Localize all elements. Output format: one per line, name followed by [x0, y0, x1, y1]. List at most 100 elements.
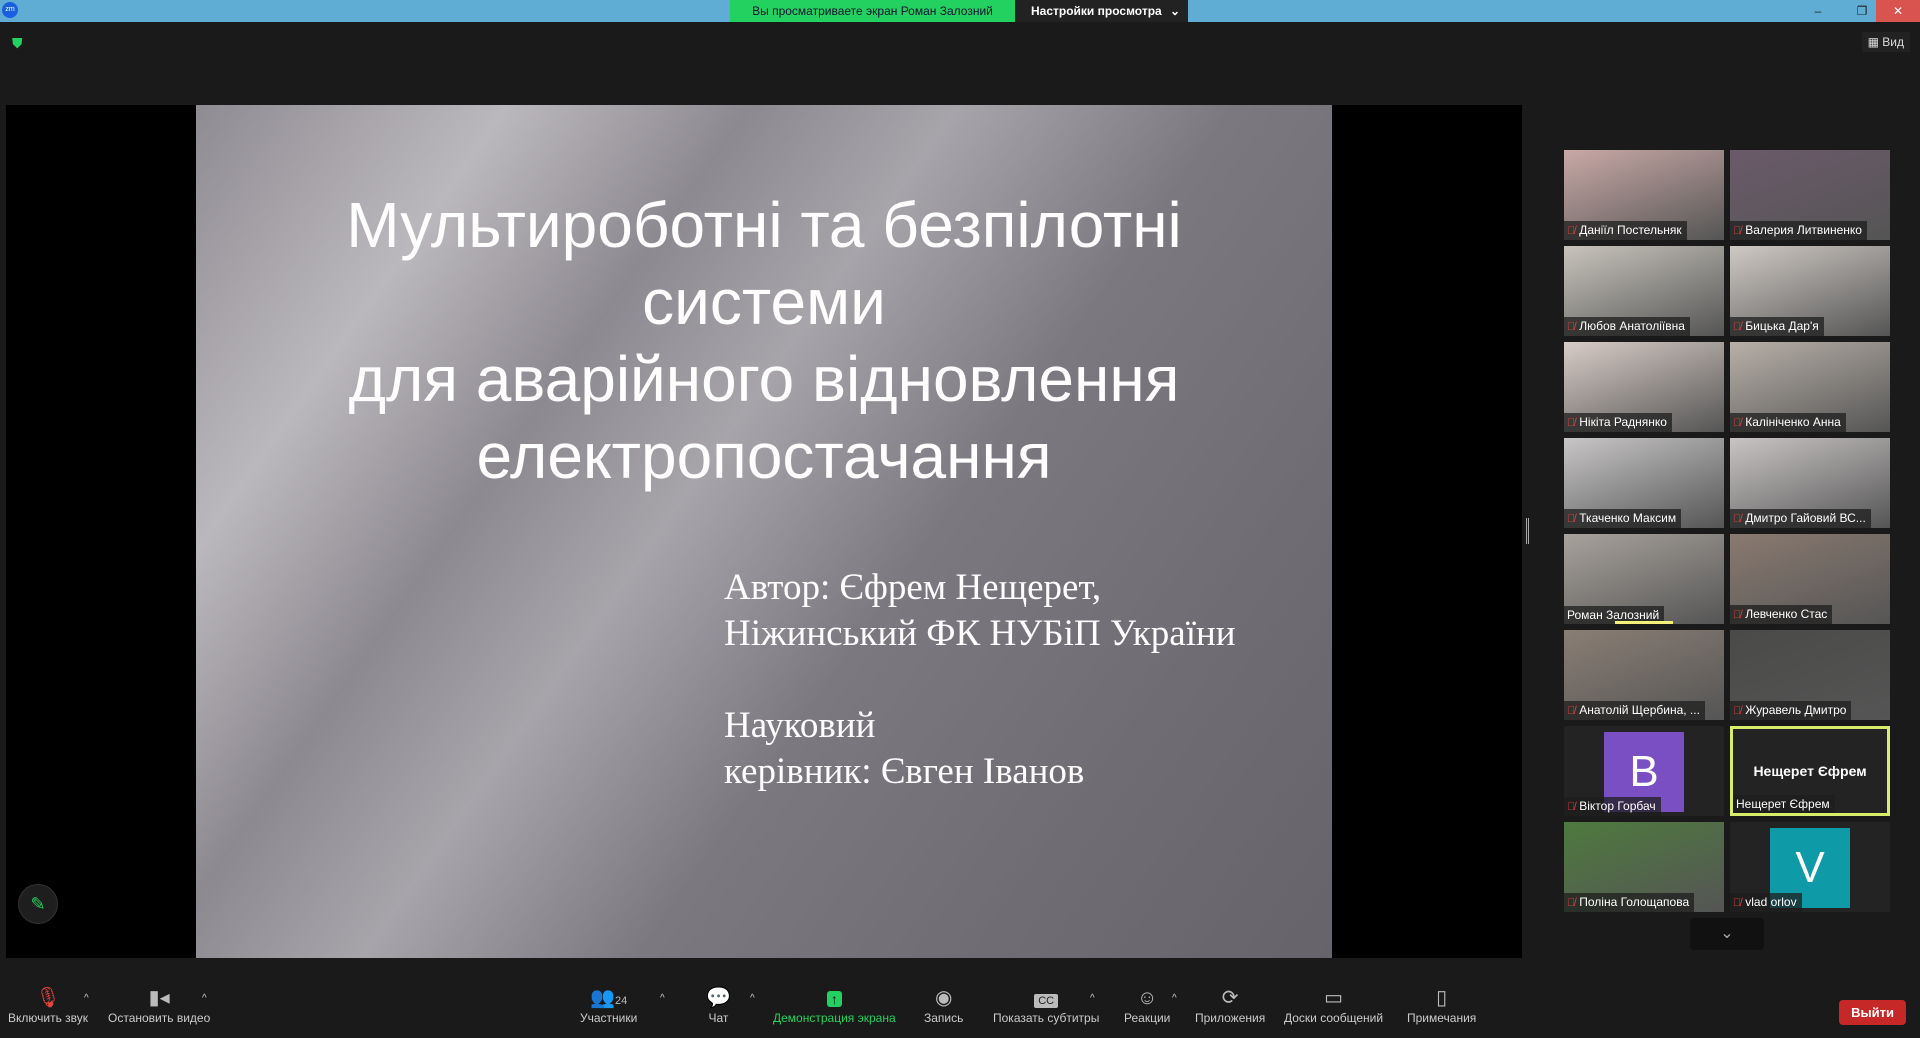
title-line: для аварійного відновлення: [348, 343, 1180, 415]
participant-tile[interactable]: 🎙̸ Любов Анатоліївна: [1564, 246, 1724, 336]
participant-name: Калініченко Анна: [1745, 415, 1841, 429]
video-options-caret[interactable]: ^: [202, 993, 207, 1004]
chat-icon: 💬: [706, 987, 731, 1009]
notes-label: Примечания: [1407, 1011, 1477, 1025]
reactions-caret[interactable]: ^: [1172, 993, 1177, 1004]
annotate-pencil-icon[interactable]: ✎: [18, 884, 58, 924]
participant-name: Валерия Литвиненко: [1745, 223, 1862, 237]
participants-button[interactable]: 👥24 Участники: [580, 985, 637, 1025]
participant-name-tag: 🎙̸ Любов Анатоліївна: [1564, 317, 1690, 336]
share-arrow-icon: ↑: [826, 991, 842, 1007]
whiteboards-label: Доски сообщений: [1284, 1011, 1384, 1025]
author-line: Науковий: [724, 705, 876, 746]
audio-options-caret[interactable]: ^: [84, 993, 89, 1004]
participant-tile[interactable]: 🎙̸ Дмитро Гайовий ВС...: [1730, 438, 1890, 528]
participants-caret[interactable]: ^: [660, 993, 665, 1004]
video-camera-icon: ▮◂: [148, 987, 170, 1009]
shield-icon[interactable]: ⛊: [12, 35, 28, 51]
zoom-logo-icon: zm: [2, 2, 18, 18]
captions-button[interactable]: CC Показать субтитры: [993, 985, 1099, 1025]
apps-button[interactable]: ⟳ Приложения: [1195, 985, 1265, 1025]
unmute-button[interactable]: 🎙 Включить звук: [8, 985, 88, 1025]
participant-name: vlad orlov: [1745, 895, 1797, 909]
author-line: керівник: Євген Іванов: [724, 751, 1085, 792]
title-line: Мультироботні та безпілотні: [346, 189, 1182, 261]
participant-tile[interactable]: 🎙̸ Даніїл Постельняк: [1564, 150, 1724, 240]
muted-mic-icon: 🎙̸: [1567, 321, 1576, 333]
reactions-button[interactable]: ☺ Реакции: [1124, 985, 1170, 1025]
leave-button[interactable]: Выйти: [1839, 1000, 1906, 1025]
slide-author: Автор: Єфрем Нещерет, Ніжинський ФК НУБі…: [724, 565, 1236, 795]
meeting-toolbar: 🎙 Включить звук ^ ▮◂ Остановить видео ^ 👥2…: [0, 985, 1920, 1038]
restore-button[interactable]: ❐: [1848, 0, 1876, 22]
participant-tile[interactable]: 🎙̸ Журавель Дмитро: [1730, 630, 1890, 720]
captions-label: Показать субтитры: [993, 1011, 1100, 1025]
muted-mic-icon: 🎙̸: [1567, 225, 1576, 237]
participant-tile[interactable]: 🎙̸ Анатолій Щербина, ...: [1564, 630, 1724, 720]
participant-tile[interactable]: 🎙̸ Ткаченко Максим: [1564, 438, 1724, 528]
muted-mic-icon: 🎙̸: [1733, 321, 1742, 333]
participant-name: Любов Анатоліївна: [1579, 319, 1685, 333]
participant-tile[interactable]: 🎙̸ Калініченко Анна: [1730, 342, 1890, 432]
chevron-down-icon: ⌄: [1169, 4, 1180, 18]
muted-mic-icon: 🎙̸: [1567, 897, 1576, 909]
presentation-slide: Мультироботні та безпілотні системи для …: [196, 105, 1332, 958]
stop-video-label: Остановить видео: [108, 1011, 211, 1025]
resize-handle[interactable]: [1526, 518, 1529, 544]
participant-name: Левченко Стас: [1745, 607, 1828, 621]
participant-name-tag: Нещерет Єфрем: [1733, 795, 1835, 813]
participant-tile[interactable]: 🎙̸ Бицька Дар'я: [1730, 246, 1890, 336]
participant-name-tag: 🎙̸ Віктор Горбач: [1564, 797, 1661, 816]
chat-button[interactable]: 💬 Чат: [706, 985, 731, 1025]
whiteboards-button[interactable]: ▭ Доски сообщений: [1284, 985, 1383, 1025]
grid-icon: ▦: [1867, 35, 1883, 49]
smiley-icon: ☺: [1136, 987, 1158, 1009]
view-button[interactable]: ▦ Вид: [1861, 32, 1910, 52]
close-button[interactable]: ✕: [1876, 0, 1920, 22]
participant-name-tag: 🎙̸ Журавель Дмитро: [1730, 701, 1852, 720]
slide-title: Мультироботні та безпілотні системи для …: [196, 187, 1332, 495]
participant-tile[interactable]: Роман Залозний: [1564, 534, 1724, 624]
muted-mic-icon: 🎙̸: [1567, 801, 1576, 813]
stop-video-button[interactable]: ▮◂ Остановить видео: [108, 985, 210, 1025]
participant-tile[interactable]: 🎙̸ Валерия Литвиненко: [1730, 150, 1890, 240]
title-bar: zm Вы просматриваете экран Роман Залозни…: [0, 0, 1920, 22]
minimize-button[interactable]: –: [1804, 0, 1832, 22]
participant-tile[interactable]: 🎙̸ Поліна Голощапова: [1564, 822, 1724, 912]
apps-icon: ⟳: [1221, 987, 1239, 1009]
participant-tile[interactable]: 🎙̸ Левченко Стас: [1730, 534, 1890, 624]
share-screen-button[interactable]: ↑ Демонстрация экрана: [773, 985, 896, 1025]
participant-name-tag: 🎙̸ Нікіта Раднянко: [1564, 413, 1672, 432]
muted-mic-icon: 🎙̸: [1733, 609, 1742, 621]
participant-tile[interactable]: V 🎙̸ vlad orlov: [1730, 822, 1890, 912]
title-line: системи: [642, 266, 886, 338]
muted-mic-icon: 🎙̸: [1567, 513, 1576, 525]
participant-name-tag: 🎙̸ Ткаченко Максим: [1564, 509, 1682, 528]
captions-caret[interactable]: ^: [1090, 993, 1095, 1004]
next-page-chevron-icon[interactable]: ⌄: [1690, 918, 1764, 950]
participant-name-tag: 🎙̸ Калініченко Анна: [1730, 413, 1846, 432]
participant-name: Віктор Горбач: [1579, 799, 1656, 813]
reactions-label: Реакции: [1124, 1011, 1171, 1025]
participant-name-tag: 🎙̸ Даніїл Постельняк: [1564, 221, 1687, 240]
notes-button[interactable]: ▯ Примечания: [1407, 985, 1476, 1025]
participant-name: Даніїл Постельняк: [1579, 223, 1682, 237]
muted-mic-icon: 🎙̸: [1733, 705, 1742, 717]
participant-center-name: Нещерет Єфрем: [1753, 763, 1867, 779]
view-options-dropdown[interactable]: Настройки просмотра ⌄: [1015, 0, 1188, 22]
muted-mic-icon: 🎙̸: [1567, 705, 1576, 717]
participant-tile[interactable]: Нещерет Єфрем Нещерет Єфрем: [1730, 726, 1890, 816]
participant-name: Журавель Дмитро: [1745, 703, 1847, 717]
view-label: Вид: [1882, 35, 1904, 49]
participant-name-tag: 🎙̸ Левченко Стас: [1730, 605, 1833, 624]
participant-name: Анатолій Щербина, ...: [1579, 703, 1700, 717]
chat-caret[interactable]: ^: [750, 993, 755, 1004]
participant-name-tag: 🎙̸ Валерия Литвиненко: [1730, 221, 1867, 240]
participant-tile[interactable]: B 🎙̸ Віктор Горбач: [1564, 726, 1724, 816]
record-button[interactable]: ◉ Запись: [924, 985, 963, 1025]
participants-label: Участники: [580, 1011, 638, 1025]
title-line: електропостачання: [476, 420, 1052, 492]
participant-tile[interactable]: 🎙̸ Нікіта Раднянко: [1564, 342, 1724, 432]
muted-mic-icon: 🎙̸: [1733, 417, 1742, 429]
